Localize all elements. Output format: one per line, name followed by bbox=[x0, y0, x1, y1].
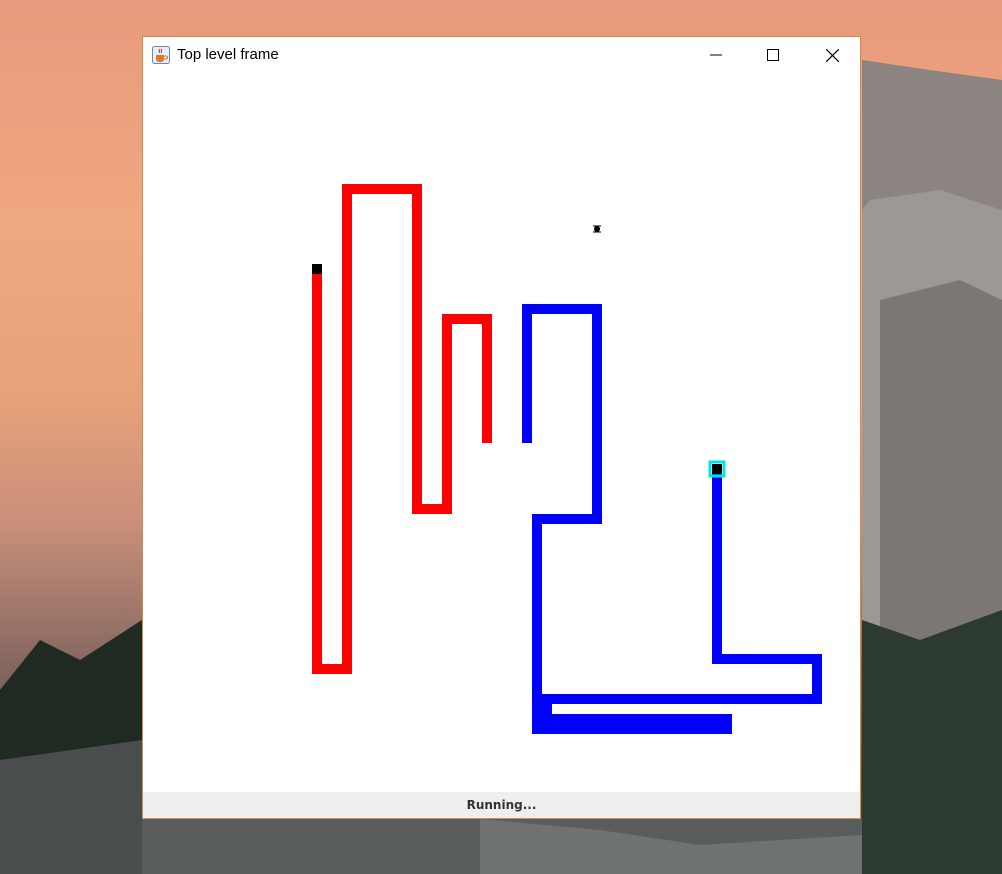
minimize-icon bbox=[710, 49, 722, 61]
window-title: Top level frame bbox=[177, 46, 279, 63]
title-bar[interactable]: Top level frame bbox=[143, 37, 860, 73]
status-text: Running... bbox=[466, 798, 537, 812]
red-snake-trail bbox=[312, 184, 492, 674]
status-bar: Running... bbox=[143, 792, 860, 818]
close-button[interactable] bbox=[809, 37, 855, 73]
blue-snake-head bbox=[712, 464, 722, 474]
maximize-icon bbox=[767, 49, 779, 61]
app-window: Top level frame Running... bbox=[142, 36, 861, 819]
minimize-button[interactable] bbox=[693, 37, 739, 73]
mouse-cursor-icon bbox=[593, 225, 601, 233]
close-icon bbox=[825, 48, 839, 62]
blue-snake-trail bbox=[522, 304, 822, 704]
blue-snake-bottom-link bbox=[532, 694, 552, 719]
java-cup-icon bbox=[152, 46, 170, 64]
game-board[interactable] bbox=[143, 73, 860, 793]
red-snake-head bbox=[312, 264, 322, 274]
maximize-button[interactable] bbox=[750, 37, 796, 73]
blue-snake-bottom-segment bbox=[532, 714, 732, 734]
